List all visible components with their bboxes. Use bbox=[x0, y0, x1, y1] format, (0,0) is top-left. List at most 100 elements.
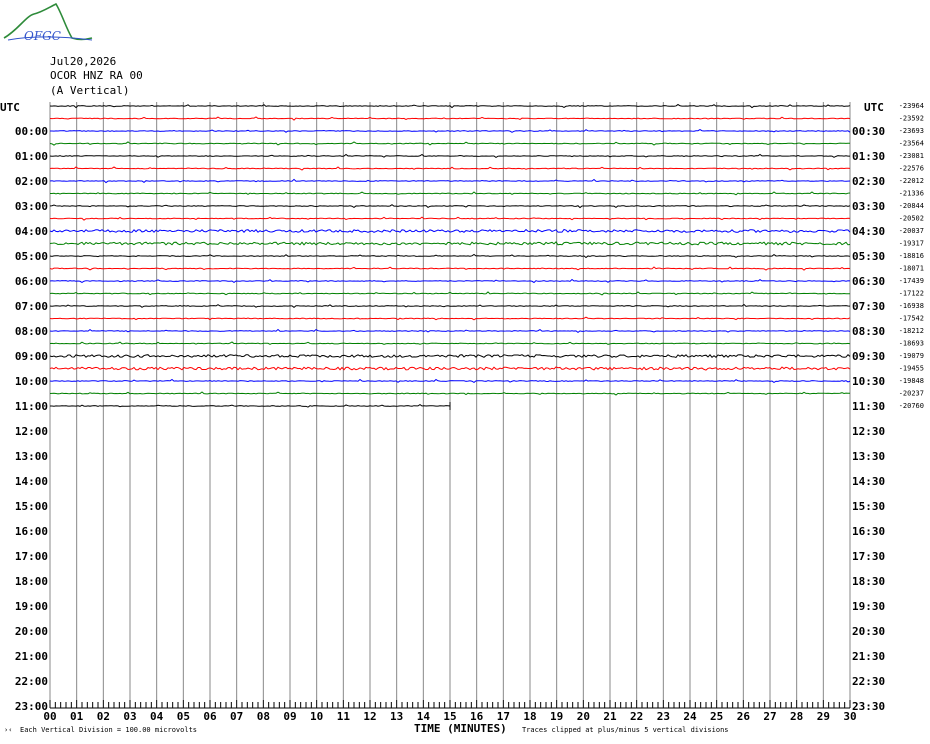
offset-label: -23693 bbox=[899, 127, 924, 135]
trace-24 bbox=[49, 403, 451, 408]
hour-label-right: 11:30 bbox=[852, 400, 885, 413]
hour-label-left: 12:00 bbox=[15, 425, 48, 438]
hour-label-right: 00:30 bbox=[852, 125, 885, 138]
offset-label: -20037 bbox=[899, 227, 924, 235]
x-tick-label: 27 bbox=[763, 710, 776, 723]
hour-label-right: 21:30 bbox=[852, 650, 885, 663]
hour-label-left: 19:00 bbox=[15, 600, 48, 613]
x-tick-label: 00 bbox=[43, 710, 56, 723]
hour-label-right: 06:30 bbox=[852, 275, 885, 288]
x-tick-label: 18 bbox=[523, 710, 536, 723]
hour-label-left: 13:00 bbox=[15, 450, 48, 463]
utc-label-right: UTC bbox=[864, 101, 884, 114]
x-tick-label: 11 bbox=[337, 710, 351, 723]
hour-label-right: 22:30 bbox=[852, 675, 885, 688]
x-tick-label: 23 bbox=[657, 710, 670, 723]
hour-label-right: 10:30 bbox=[852, 375, 885, 388]
right-hour-labels: 00:30 01:30 02:30 03:30 04:30 05:30 06:30 07:30… bbox=[852, 125, 885, 713]
x-axis: 00 01 02 03 04 05 06 07 08 09 10 11 12 13 14 15 16 17 18 19… bbox=[43, 700, 857, 723]
x-tick-label: 20 bbox=[577, 710, 590, 723]
offset-label: -21336 bbox=[899, 190, 924, 198]
offset-label: -20760 bbox=[899, 402, 924, 410]
x-tick-label: 19 bbox=[550, 710, 563, 723]
x-tick-label: 24 bbox=[683, 710, 697, 723]
hour-label-left: 16:00 bbox=[15, 525, 48, 538]
x-tick-label: 21 bbox=[603, 710, 617, 723]
offset-label: -23081 bbox=[899, 152, 924, 160]
hour-label-right: 05:30 bbox=[852, 250, 885, 263]
minute-grid bbox=[49, 102, 851, 700]
x-tick-label: 10 bbox=[310, 710, 323, 723]
hour-label-left: 20:00 bbox=[15, 625, 48, 638]
x-tick-label: 01 bbox=[70, 710, 84, 723]
hour-label-right: 23:30 bbox=[852, 700, 885, 713]
hour-label-right: 08:30 bbox=[852, 325, 885, 338]
x-axis-title: TIME (MINUTES) bbox=[414, 722, 507, 735]
offset-label: -23564 bbox=[899, 140, 924, 148]
hour-label-left: 07:00 bbox=[15, 300, 48, 313]
offset-label: -19848 bbox=[899, 377, 924, 385]
hour-label-right: 09:30 bbox=[852, 350, 885, 363]
x-tick-label: 13 bbox=[390, 710, 403, 723]
hour-label-left: 22:00 bbox=[15, 675, 48, 688]
hour-label-right: 01:30 bbox=[852, 150, 885, 163]
offset-label: -22576 bbox=[899, 165, 924, 173]
offset-label: -17439 bbox=[899, 277, 924, 285]
offset-label: -18212 bbox=[899, 327, 924, 335]
hour-label-right: 15:30 bbox=[852, 500, 885, 513]
logo-text: OFGC bbox=[24, 29, 61, 43]
x-tick-label: 04 bbox=[150, 710, 164, 723]
hour-label-left: 21:00 bbox=[15, 650, 48, 663]
hour-label-right: 20:30 bbox=[852, 625, 885, 638]
hour-label-left: 18:00 bbox=[15, 575, 48, 588]
left-hour-labels: 00:00 01:00 02:00 03:00 04:00 05:00 06:00 07:00… bbox=[15, 125, 48, 713]
x-tick-label: 05 bbox=[177, 710, 190, 723]
hour-label-right: 14:30 bbox=[852, 475, 885, 488]
hour-label-right: 19:30 bbox=[852, 600, 885, 613]
x-tick-label: 30 bbox=[843, 710, 856, 723]
component-label: (A Vertical) bbox=[50, 84, 130, 97]
clip-note: Traces clipped at plus/minus 5 vertical … bbox=[522, 726, 729, 734]
offset-label: -18693 bbox=[899, 340, 924, 348]
x-tick-label: 09 bbox=[283, 710, 296, 723]
offset-label: -16938 bbox=[899, 302, 924, 310]
offset-label: -17542 bbox=[899, 315, 924, 323]
date-label: Jul20,2026 bbox=[50, 55, 117, 68]
hour-label-right: 17:30 bbox=[852, 550, 885, 563]
x-tick-label: 29 bbox=[817, 710, 830, 723]
hour-label-left: 05:00 bbox=[15, 250, 48, 263]
hour-label-left: 08:00 bbox=[15, 325, 48, 338]
hour-label-right: 03:30 bbox=[852, 200, 885, 213]
offset-label: -18816 bbox=[899, 252, 924, 260]
offset-label: -23964 bbox=[899, 102, 924, 110]
offset-label: -23592 bbox=[899, 115, 924, 123]
offset-label: -19317 bbox=[899, 240, 924, 248]
station-label: OCOR HNZ RA 00 bbox=[50, 69, 143, 82]
hour-label-right: 16:30 bbox=[852, 525, 885, 538]
hour-label-right: 18:30 bbox=[852, 575, 885, 588]
offset-label: -19455 bbox=[899, 365, 924, 373]
x-tick-label: 28 bbox=[790, 710, 803, 723]
hour-label-left: 10:00 bbox=[15, 375, 48, 388]
hour-label-left: 01:00 bbox=[15, 150, 48, 163]
utc-label-left: UTC bbox=[0, 101, 20, 114]
x-tick-label: 06 bbox=[203, 710, 217, 723]
x-tick-label: 25 bbox=[710, 710, 723, 723]
ofgc-logo: OFGC bbox=[3, 2, 93, 43]
scale-marker: ›‹ bbox=[4, 726, 13, 734]
x-tick-label: 08 bbox=[257, 710, 270, 723]
offset-label: -20844 bbox=[899, 202, 924, 210]
offset-label: -19079 bbox=[899, 352, 924, 360]
hour-label-left: 09:00 bbox=[15, 350, 48, 363]
hour-label-left: 06:00 bbox=[15, 275, 48, 288]
hour-label-left: 02:00 bbox=[15, 175, 48, 188]
hour-label-right: 04:30 bbox=[852, 225, 885, 238]
x-tick-label: 07 bbox=[230, 710, 243, 723]
hour-label-left: 11:00 bbox=[15, 400, 48, 413]
x-tick-label: 26 bbox=[737, 710, 751, 723]
offset-label: -17122 bbox=[899, 290, 924, 298]
hour-label-left: 04:00 bbox=[15, 225, 48, 238]
scale-note: Each Vertical Division = 100.00 microvol… bbox=[20, 726, 198, 734]
hour-label-left: 03:00 bbox=[15, 200, 48, 213]
offset-label: -22012 bbox=[899, 177, 924, 185]
